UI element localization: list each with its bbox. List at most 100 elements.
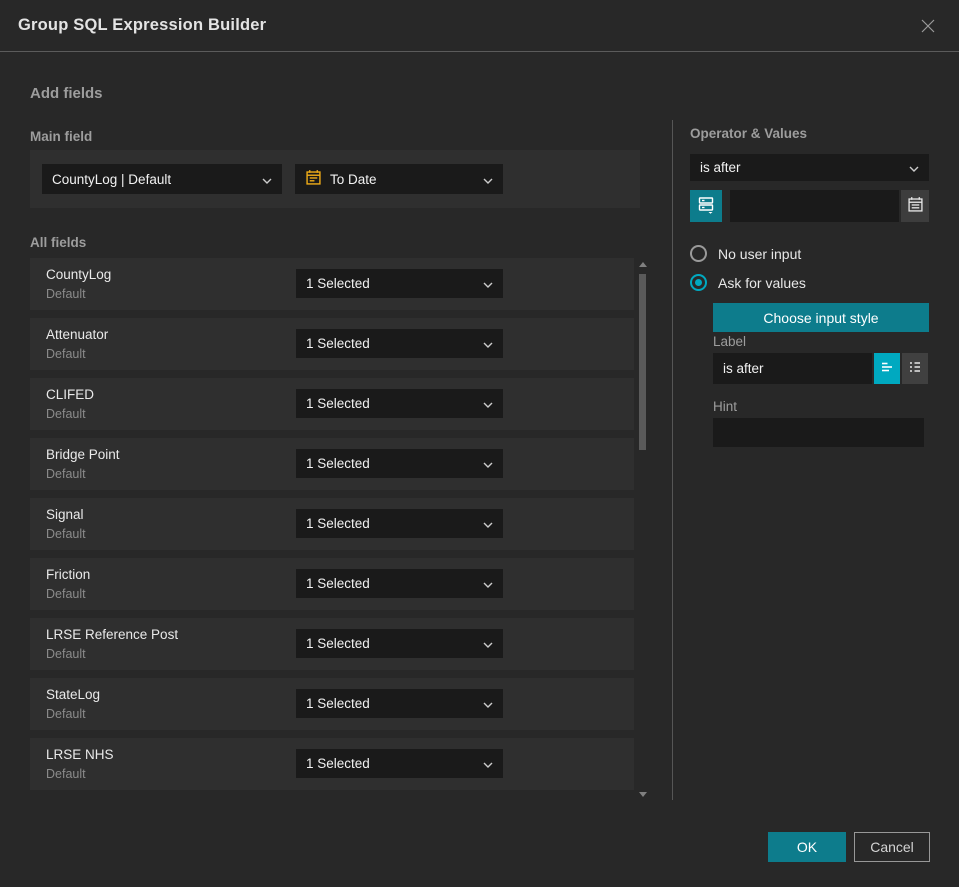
- main-field-date-select-value: To Date: [330, 171, 377, 187]
- field-selected-dropdown[interactable]: 1 Selected: [296, 749, 503, 778]
- radio-no-user-input[interactable]: No user input: [690, 245, 801, 262]
- field-selected-dropdown[interactable]: 1 Selected: [296, 689, 503, 718]
- field-selected-dropdown-value: 1 Selected: [306, 396, 370, 411]
- field-row: CLIFED Default 1 Selected: [30, 378, 634, 430]
- field-selected-dropdown-value: 1 Selected: [306, 336, 370, 351]
- dialog-title: Group SQL Expression Builder: [18, 16, 267, 34]
- close-button[interactable]: [915, 13, 941, 39]
- field-selected-dropdown-value: 1 Selected: [306, 756, 370, 771]
- field-name: CountyLog: [46, 267, 112, 282]
- close-icon: [919, 19, 937, 38]
- radio-unchecked-icon: [690, 245, 707, 262]
- field-subtitle: Default: [46, 707, 86, 721]
- field-stack-toggle-button[interactable]: [690, 190, 722, 222]
- title-bar: Group SQL Expression Builder: [0, 0, 959, 52]
- main-field-label: Main field: [30, 129, 93, 144]
- field-selected-dropdown[interactable]: 1 Selected: [296, 269, 503, 298]
- field-row: Signal Default 1 Selected: [30, 498, 634, 550]
- chevron-down-icon: [483, 456, 493, 471]
- main-field-panel: CountyLog | Default To Date: [30, 150, 640, 208]
- list-icon: [906, 358, 924, 379]
- field-selected-dropdown-value: 1 Selected: [306, 576, 370, 591]
- field-name: Signal: [46, 507, 84, 522]
- field-subtitle: Default: [46, 767, 86, 781]
- value-input[interactable]: [730, 190, 899, 222]
- operator-values-heading: Operator & Values: [690, 126, 808, 141]
- field-selected-dropdown[interactable]: 1 Selected: [296, 389, 503, 418]
- scroll-down-icon[interactable]: [639, 792, 647, 797]
- label-input[interactable]: [713, 353, 872, 384]
- operator-select-value: is after: [700, 160, 741, 175]
- chevron-down-icon: [483, 172, 493, 187]
- field-row: Friction Default 1 Selected: [30, 558, 634, 610]
- hint-field-label: Hint: [713, 399, 738, 414]
- field-name: Bridge Point: [46, 447, 120, 462]
- field-name: Attenuator: [46, 327, 109, 342]
- field-selected-dropdown[interactable]: 1 Selected: [296, 629, 503, 658]
- field-subtitle: Default: [46, 407, 86, 421]
- input-style-list-button[interactable]: [902, 353, 928, 384]
- chevron-down-icon: [483, 576, 493, 591]
- scrollbar-thumb[interactable]: [639, 274, 646, 450]
- chevron-down-icon: [483, 336, 493, 351]
- scroll-up-icon[interactable]: [639, 262, 647, 267]
- field-selected-dropdown[interactable]: 1 Selected: [296, 449, 503, 478]
- chevron-down-icon: [483, 756, 493, 771]
- field-name: Friction: [46, 567, 91, 582]
- label-input-row: [713, 353, 928, 384]
- field-row: Attenuator Default 1 Selected: [30, 318, 634, 370]
- field-row: LRSE NHS Default 1 Selected: [30, 738, 634, 790]
- stack-icon: [697, 195, 715, 217]
- field-selected-dropdown-value: 1 Selected: [306, 696, 370, 711]
- calendar-icon: [907, 196, 924, 216]
- label-field-label: Label: [713, 334, 747, 349]
- chevron-down-icon: [483, 516, 493, 531]
- calendar-icon: [305, 169, 322, 189]
- add-fields-heading: Add fields: [30, 85, 103, 102]
- ok-button[interactable]: OK: [768, 832, 846, 862]
- main-field-select[interactable]: CountyLog | Default: [42, 164, 282, 194]
- radio-ask-for-values-label: Ask for values: [718, 274, 806, 291]
- input-style-text-button[interactable]: [874, 353, 900, 384]
- cancel-button[interactable]: Cancel: [854, 832, 930, 862]
- field-subtitle: Default: [46, 527, 86, 541]
- panel-divider: [672, 120, 673, 800]
- choose-input-style-button[interactable]: Choose input style: [713, 303, 929, 332]
- chevron-down-icon: [483, 276, 493, 291]
- field-name: LRSE NHS: [46, 747, 114, 762]
- value-input-row: [690, 190, 929, 222]
- field-row: CountyLog Default 1 Selected: [30, 258, 634, 310]
- chevron-down-icon: [483, 396, 493, 411]
- field-row: Bridge Point Default 1 Selected: [30, 438, 634, 490]
- hint-input[interactable]: [713, 418, 924, 447]
- radio-checked-icon: [690, 274, 707, 291]
- chevron-down-icon: [262, 172, 272, 187]
- field-selected-dropdown[interactable]: 1 Selected: [296, 329, 503, 358]
- align-left-icon: [878, 358, 896, 379]
- field-selected-dropdown-value: 1 Selected: [306, 456, 370, 471]
- fields-scrollbar[interactable]: [636, 258, 650, 799]
- all-fields-label: All fields: [30, 235, 87, 250]
- field-row: LRSE Reference Post Default 1 Selected: [30, 618, 634, 670]
- field-name: LRSE Reference Post: [46, 627, 179, 642]
- group-sql-expression-builder-dialog: Group SQL Expression Builder Add fields …: [0, 0, 959, 887]
- field-subtitle: Default: [46, 467, 86, 481]
- field-selected-dropdown[interactable]: 1 Selected: [296, 569, 503, 598]
- field-name: StateLog: [46, 687, 101, 702]
- operator-select[interactable]: is after: [690, 154, 929, 181]
- field-subtitle: Default: [46, 647, 86, 661]
- field-subtitle: Default: [46, 587, 86, 601]
- field-name: CLIFED: [46, 387, 95, 402]
- radio-ask-for-values[interactable]: Ask for values: [690, 274, 806, 291]
- all-fields-list: CountyLog Default 1 Selected Attenuator …: [30, 258, 634, 798]
- field-subtitle: Default: [46, 287, 86, 301]
- field-subtitle: Default: [46, 347, 86, 361]
- date-picker-button[interactable]: [901, 190, 929, 222]
- chevron-down-icon: [483, 696, 493, 711]
- chevron-down-icon: [483, 636, 493, 651]
- field-selected-dropdown[interactable]: 1 Selected: [296, 509, 503, 538]
- main-field-select-value: CountyLog | Default: [52, 171, 172, 187]
- main-field-date-select[interactable]: To Date: [295, 164, 503, 194]
- radio-no-user-input-label: No user input: [718, 245, 802, 262]
- chevron-down-icon: [909, 160, 919, 175]
